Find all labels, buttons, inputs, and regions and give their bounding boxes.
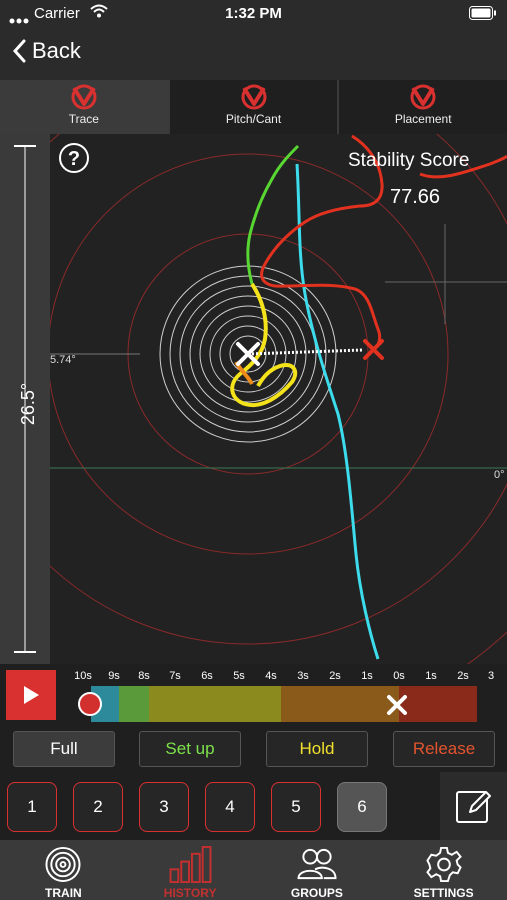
tick-label: 2s [457,670,469,682]
tick-label: 3s [297,670,309,682]
timeline: 10s 9s 8s 7s 6s 5s 4s 3s 2s 1s 0s 1s 2s … [0,664,507,726]
edit-button[interactable] [440,772,507,840]
hold-button[interactable]: Hold [266,731,368,767]
tick-label: 10s [74,670,92,682]
help-button[interactable]: ? [58,142,90,179]
shot-button-3[interactable]: 3 [139,782,189,832]
tick-label: 4s [265,670,277,682]
shot-marker-icon [386,694,408,721]
svg-text:?: ? [68,148,80,170]
shot-button-1[interactable]: 1 [7,782,57,832]
v-logo-icon [71,84,97,110]
view-tabs: Trace Pitch/Cant Placement [0,80,507,134]
tab-placement[interactable]: Placement [339,80,507,134]
tick-label: 0s [393,670,405,682]
shot-button-2[interactable]: 2 [73,782,123,832]
angle-left-label: 5.74° [50,354,76,366]
nav-bar: Back [0,28,507,80]
people-icon [297,848,337,880]
tab-settings[interactable]: SETTINGS [380,840,507,900]
tick-label: 6s [201,670,213,682]
tab-label: TRAIN [45,886,82,900]
shot-selector: 1 2 3 4 5 6 [0,772,507,840]
tick-label: 3 [487,670,495,682]
tab-label: GROUPS [290,886,343,900]
tick-label: 9s [108,670,120,682]
timeline-segment-setup [119,686,149,722]
timeline-start-handle[interactable] [78,692,102,716]
timeline-segment-hold-late [281,686,399,722]
tick-label: 8s [138,670,150,682]
v-logo-icon [410,84,436,110]
setup-button[interactable]: Set up [139,731,241,767]
tick-label: 7s [169,670,181,682]
tab-label: Placement [394,112,452,126]
trace-canvas [0,134,507,664]
stability-score-title: Stability Score [348,150,470,171]
shot-button-6[interactable]: 6 [337,782,387,832]
shot-button-5[interactable]: 5 [271,782,321,832]
stability-score-value: 77.66 [390,186,441,208]
battery-icon [469,6,497,24]
chevron-left-icon [12,39,26,63]
tab-trace[interactable]: Trace [0,80,170,134]
tab-label: Trace [68,112,99,126]
tab-train[interactable]: TRAIN [0,840,127,900]
shot-button-4[interactable]: 4 [205,782,255,832]
status-time: 1:32 PM [225,5,282,22]
question-icon: ? [59,143,89,173]
scale-strip: 26.5° [0,134,50,664]
tab-label: Pitch/Cant [225,112,282,126]
v-logo-icon [241,84,266,110]
play-icon [24,686,39,704]
back-label: Back [32,38,81,63]
phase-selector: Full Set up Hold Release [0,726,507,772]
bottom-tab-bar: TRAIN HISTORY GROUPS SETTINGS [0,840,507,900]
tick-label: 2s [329,670,341,682]
tab-pitch-cant[interactable]: Pitch/Cant [170,80,340,134]
tab-label: SETTINGS [413,886,474,900]
tick-label: 1s [425,670,437,682]
bar-chart-icon [169,846,212,883]
tick-label: 5s [233,670,245,682]
scale-label: 26.5° [17,382,38,426]
tab-label: HISTORY [163,886,217,900]
timeline-segment-release [399,686,477,722]
gear-icon [425,846,462,883]
tab-groups[interactable]: GROUPS [254,840,381,900]
back-button[interactable]: Back [12,38,81,64]
tick-label: 1s [361,670,373,682]
target-icon [45,846,81,883]
angle-right-label: 0° [494,469,505,481]
tab-history[interactable]: HISTORY [127,840,254,900]
timeline-scrubber[interactable] [91,686,477,722]
status-bar: Carrier 1:32 PM [0,0,507,28]
trace-plot[interactable]: 26.5° ? Stability Score 77.66 5.74° 0° [0,134,507,664]
edit-icon [455,791,491,823]
full-button[interactable]: Full [13,731,115,767]
timeline-segment-hold [149,686,281,722]
release-button[interactable]: Release [393,731,495,767]
play-button[interactable] [6,670,56,720]
